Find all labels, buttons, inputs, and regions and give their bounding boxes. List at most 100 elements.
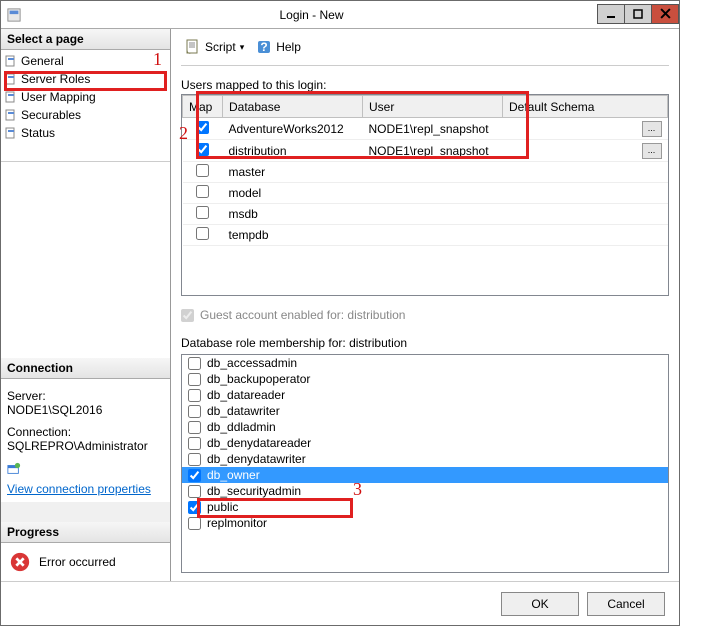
role-item-db_owner[interactable]: db_owner <box>182 467 668 483</box>
col-user[interactable]: User <box>363 96 503 118</box>
map-checkbox[interactable] <box>196 121 209 134</box>
role-checkbox[interactable] <box>188 453 201 466</box>
role-label: db_securityadmin <box>207 484 301 498</box>
sidebar-item-general[interactable]: General <box>1 52 170 70</box>
cell-user <box>363 183 503 204</box>
role-checkbox[interactable] <box>188 421 201 434</box>
guest-account-row: Guest account enabled for: distribution <box>181 308 669 322</box>
cancel-button[interactable]: Cancel <box>587 592 665 616</box>
role-item-public[interactable]: public <box>182 499 668 515</box>
maximize-button[interactable] <box>624 4 652 24</box>
connection-header: Connection <box>1 358 170 379</box>
table-row[interactable]: model <box>183 183 668 204</box>
sidebar-item-status[interactable]: Status <box>1 124 170 142</box>
cell-database: distribution <box>223 140 363 162</box>
server-label: Server: <box>7 389 164 403</box>
role-checkbox[interactable] <box>188 501 201 514</box>
sidebar-item-server-roles[interactable]: Server Roles <box>1 70 170 88</box>
role-checkbox[interactable] <box>188 389 201 402</box>
cell-default-schema: ... <box>503 118 668 140</box>
cell-default-schema <box>503 225 668 246</box>
close-button[interactable] <box>651 4 679 24</box>
cell-default-schema: ... <box>503 140 668 162</box>
col-database[interactable]: Database <box>223 96 363 118</box>
cell-database: master <box>223 162 363 183</box>
table-row[interactable]: distributionNODE1\repl_snapshot... <box>183 140 668 162</box>
role-checkbox[interactable] <box>188 485 201 498</box>
script-button[interactable]: Script ▾ <box>181 37 248 57</box>
schema-browse-button[interactable]: ... <box>642 143 662 159</box>
progress-section: Error occurred <box>1 543 170 581</box>
cell-user: NODE1\repl_snapshot <box>363 140 503 162</box>
role-item-db_securityadmin[interactable]: db_securityadmin <box>182 483 668 499</box>
map-checkbox[interactable] <box>196 206 209 219</box>
role-label: db_datawriter <box>207 404 280 418</box>
table-row[interactable]: AdventureWorks2012NODE1\repl_snapshot... <box>183 118 668 140</box>
minimize-button[interactable] <box>597 4 625 24</box>
map-checkbox[interactable] <box>196 227 209 240</box>
guest-label: Guest account enabled for: distribution <box>200 308 405 322</box>
map-checkbox[interactable] <box>196 143 209 156</box>
role-item-db_datawriter[interactable]: db_datawriter <box>182 403 668 419</box>
role-item-db_ddladmin[interactable]: db_ddladmin <box>182 419 668 435</box>
role-checkbox[interactable] <box>188 517 201 530</box>
role-item-db_denydatawriter[interactable]: db_denydatawriter <box>182 451 668 467</box>
role-item-db_backupoperator[interactable]: db_backupoperator <box>182 371 668 387</box>
table-row[interactable]: msdb <box>183 204 668 225</box>
table-row[interactable]: tempdb <box>183 225 668 246</box>
col-default-schema[interactable]: Default Schema <box>503 96 668 118</box>
properties-icon <box>7 462 21 476</box>
cell-default-schema <box>503 183 668 204</box>
connection-value: SQLREPRO\Administrator <box>7 439 164 453</box>
sidebar-item-user-mapping[interactable]: User Mapping <box>1 88 170 106</box>
table-row[interactable]: master <box>183 162 668 183</box>
help-label: Help <box>276 40 301 54</box>
page-icon <box>5 109 17 121</box>
col-map[interactable]: Map <box>183 96 223 118</box>
cell-default-schema <box>503 162 668 183</box>
cell-user <box>363 162 503 183</box>
users-mapped-grid[interactable]: Map Database User Default Schema Adventu… <box>181 94 669 296</box>
titlebar[interactable]: Login - New <box>1 1 679 29</box>
connection-section: Server: NODE1\SQL2016 Connection: SQLREP… <box>1 379 170 502</box>
ok-button[interactable]: OK <box>501 592 579 616</box>
page-icon <box>5 127 17 139</box>
role-item-replmonitor[interactable]: replmonitor <box>182 515 668 531</box>
progress-header: Progress <box>1 522 170 543</box>
sidebar: Select a page GeneralServer RolesUser Ma… <box>1 29 171 581</box>
role-checkbox[interactable] <box>188 405 201 418</box>
role-checkbox[interactable] <box>188 437 201 450</box>
role-label: db_ddladmin <box>207 420 276 434</box>
role-checkbox[interactable] <box>188 357 201 370</box>
role-item-db_datareader[interactable]: db_datareader <box>182 387 668 403</box>
page-icon <box>5 55 17 67</box>
help-button[interactable]: ? Help <box>252 37 305 57</box>
role-item-db_accessadmin[interactable]: db_accessadmin <box>182 355 668 371</box>
server-value: NODE1\SQL2016 <box>7 403 164 417</box>
dialog-footer: OK Cancel <box>1 581 679 625</box>
cell-database: msdb <box>223 204 363 225</box>
schema-browse-button[interactable]: ... <box>642 121 662 137</box>
role-checkbox[interactable] <box>188 469 201 482</box>
view-connection-properties-link[interactable]: View connection properties <box>7 482 151 496</box>
help-icon: ? <box>256 39 272 55</box>
map-checkbox[interactable] <box>196 164 209 177</box>
cell-user <box>363 204 503 225</box>
script-label: Script <box>205 40 236 54</box>
select-page-header: Select a page <box>1 29 170 50</box>
role-label: db_denydatareader <box>207 436 311 450</box>
page-icon <box>5 73 17 85</box>
map-checkbox[interactable] <box>196 185 209 198</box>
chevron-down-icon: ▾ <box>240 42 245 53</box>
role-label: db_owner <box>207 468 260 482</box>
login-new-window: Login - New Select a page GeneralServer … <box>0 0 680 626</box>
sidebar-item-securables[interactable]: Securables <box>1 106 170 124</box>
roles-list[interactable]: db_accessadmindb_backupoperatordb_datare… <box>181 354 669 573</box>
main-panel: Script ▾ ? Help Users mapped to this log… <box>171 29 679 581</box>
roles-label: Database role membership for: distributi… <box>181 336 669 350</box>
role-label: db_accessadmin <box>207 356 297 370</box>
role-checkbox[interactable] <box>188 373 201 386</box>
role-item-db_denydatareader[interactable]: db_denydatareader <box>182 435 668 451</box>
users-mapped-label: Users mapped to this login: <box>181 78 669 92</box>
page-icon <box>5 91 17 103</box>
